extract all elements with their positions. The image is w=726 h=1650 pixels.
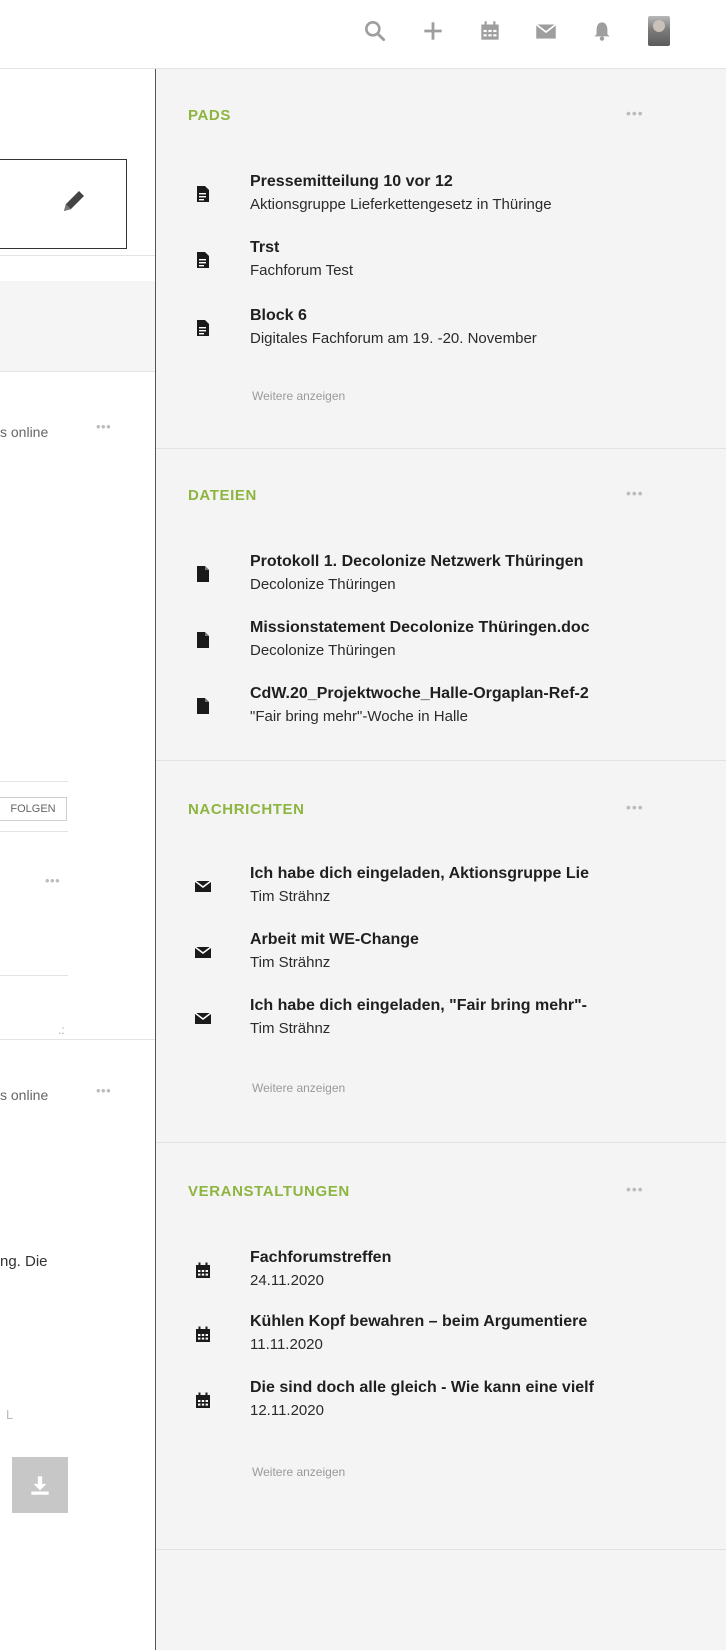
item-subtitle[interactable]: Digitales Fachforum am 19. -20. November <box>250 330 726 347</box>
edit-box[interactable] <box>0 159 127 249</box>
follow-button[interactable]: FOLGEN <box>0 797 67 821</box>
item-title[interactable]: Pressemitteilung 10 vor 12 <box>250 173 726 191</box>
section-title-events: VERANSTALTUNGEN <box>188 1183 350 1200</box>
top-bar <box>0 0 726 69</box>
avatar[interactable] <box>648 16 670 46</box>
download-button[interactable] <box>12 1457 68 1513</box>
right-sidebar: PADS ••• Pressemitteilung 10 vor 12 Akti… <box>156 69 726 1650</box>
list-item[interactable]: Pressemitteilung 10 vor 12 Aktionsgruppe… <box>194 173 726 233</box>
item-title[interactable]: Kühlen Kopf bewahren – beim Argumentiere <box>250 1313 726 1331</box>
show-more-link[interactable]: Weitere anzeigen <box>252 389 345 403</box>
list-item[interactable]: CdW.20_Projektwoche_Halle-Orgaplan-Ref-2… <box>194 685 726 745</box>
item-title[interactable]: Trst <box>250 239 726 257</box>
calendar-icon <box>194 1391 212 1409</box>
envelope-icon <box>194 877 212 895</box>
divider <box>0 975 68 976</box>
document-icon <box>194 319 212 337</box>
envelope-icon <box>194 943 212 961</box>
document-icon <box>194 185 212 203</box>
plus-icon[interactable] <box>420 18 446 44</box>
calendar-icon <box>194 1261 212 1279</box>
item-subtitle[interactable]: Aktionsgruppe Lieferkettengesetz in Thür… <box>250 196 726 213</box>
list-item[interactable]: Fachforumstreffen 24.11.2020 <box>194 1249 726 1309</box>
list-item[interactable]: Ich habe dich eingeladen, "Fair bring me… <box>194 997 726 1057</box>
item-subtitle[interactable]: Tim Strähnz <box>250 954 726 971</box>
events-section: VERANSTALTUNGEN ••• Fachforumstreffen 24… <box>156 1143 726 1549</box>
calendar-icon <box>194 1325 212 1343</box>
item-date: 11.11.2020 <box>250 1336 323 1353</box>
more-options-icon[interactable]: ••• <box>626 485 644 501</box>
list-item[interactable]: Block 6 Digitales Fachforum am 19. -20. … <box>194 307 726 367</box>
divider <box>0 831 68 832</box>
messages-section: NACHRICHTEN ••• Ich habe dich eingeladen… <box>156 761 726 1143</box>
bell-icon[interactable] <box>589 18 615 44</box>
file-icon <box>194 697 212 715</box>
envelope-icon <box>194 1009 212 1027</box>
divider <box>0 371 155 372</box>
item-title[interactable]: Missionstatement Decolonize Thüringen.do… <box>250 619 726 637</box>
more-options-icon[interactable]: ••• <box>45 873 60 888</box>
item-subtitle[interactable]: "Fair bring mehr"-Woche in Halle <box>250 708 726 725</box>
divider <box>0 255 155 256</box>
more-options-icon[interactable]: ••• <box>626 799 644 815</box>
item-subtitle[interactable]: Tim Strähnz <box>250 888 726 905</box>
file-icon <box>194 631 212 649</box>
gray-band <box>0 281 155 371</box>
more-options-icon[interactable]: ••• <box>96 1083 111 1098</box>
list-item[interactable]: Missionstatement Decolonize Thüringen.do… <box>194 619 726 679</box>
show-more-link[interactable]: Weitere anzeigen <box>252 1465 345 1479</box>
pads-section: PADS ••• Pressemitteilung 10 vor 12 Akti… <box>156 69 726 449</box>
item-title[interactable]: Protokoll 1. Decolonize Netzwerk Thüring… <box>250 553 726 571</box>
mail-icon[interactable] <box>533 18 559 44</box>
section-divider <box>156 1549 726 1550</box>
more-options-icon[interactable]: ••• <box>626 105 644 121</box>
online-status-text: s online <box>0 424 49 440</box>
item-date: 12.11.2020 <box>250 1402 324 1419</box>
list-item[interactable]: Die sind doch alle gleich - Wie kann ein… <box>194 1379 726 1439</box>
item-title[interactable]: Block 6 <box>250 307 726 325</box>
item-title[interactable]: Arbeit mit WE-Change <box>250 931 726 949</box>
section-title-pads: PADS <box>188 107 231 124</box>
pencil-icon[interactable] <box>59 186 89 216</box>
item-subtitle[interactable]: Fachforum Test <box>250 262 726 279</box>
small-glyph: L <box>6 1407 14 1422</box>
item-title[interactable]: Fachforumstreffen <box>250 1249 726 1267</box>
list-item[interactable]: Protokoll 1. Decolonize Netzwerk Thüring… <box>194 553 726 613</box>
search-icon[interactable] <box>362 18 388 44</box>
more-options-icon[interactable]: ••• <box>626 1181 644 1197</box>
main-content-left: s online ••• FOLGEN ••• .: s online ••• … <box>0 69 155 1650</box>
file-icon <box>194 565 212 583</box>
calendar-icon[interactable] <box>477 18 503 44</box>
section-title-messages: NACHRICHTEN <box>188 801 305 818</box>
section-title-files: DATEIEN <box>188 487 257 504</box>
download-icon <box>31 1476 49 1495</box>
item-subtitle[interactable]: Decolonize Thüringen <box>250 642 726 659</box>
item-subtitle[interactable]: Tim Strähnz <box>250 1020 726 1037</box>
item-title[interactable]: Ich habe dich eingeladen, Aktionsgruppe … <box>250 865 726 883</box>
list-item[interactable]: Kühlen Kopf bewahren – beim Argumentiere… <box>194 1313 726 1373</box>
list-item[interactable]: Ich habe dich eingeladen, Aktionsgruppe … <box>194 865 726 925</box>
list-item[interactable]: Arbeit mit WE-Change Tim Strähnz <box>194 931 726 991</box>
divider <box>0 781 68 782</box>
online-status-text: s online <box>0 1087 49 1103</box>
post-text-snippet: ng. Die <box>0 1253 48 1270</box>
item-title[interactable]: Ich habe dich eingeladen, "Fair bring me… <box>250 997 726 1015</box>
files-section: DATEIEN ••• Protokoll 1. Decolonize Netz… <box>156 449 726 761</box>
show-more-link[interactable]: Weitere anzeigen <box>252 1081 345 1095</box>
more-options-icon[interactable]: ••• <box>96 419 111 434</box>
item-title[interactable]: CdW.20_Projektwoche_Halle-Orgaplan-Ref-2 <box>250 685 726 703</box>
document-icon <box>194 251 212 269</box>
list-item[interactable]: Trst Fachforum Test <box>194 239 726 299</box>
resize-handle-icon[interactable]: .: <box>58 1023 65 1037</box>
item-subtitle[interactable]: Decolonize Thüringen <box>250 576 726 593</box>
item-title[interactable]: Die sind doch alle gleich - Wie kann ein… <box>250 1379 726 1397</box>
item-date: 24.11.2020 <box>250 1272 324 1289</box>
divider <box>0 1039 155 1040</box>
